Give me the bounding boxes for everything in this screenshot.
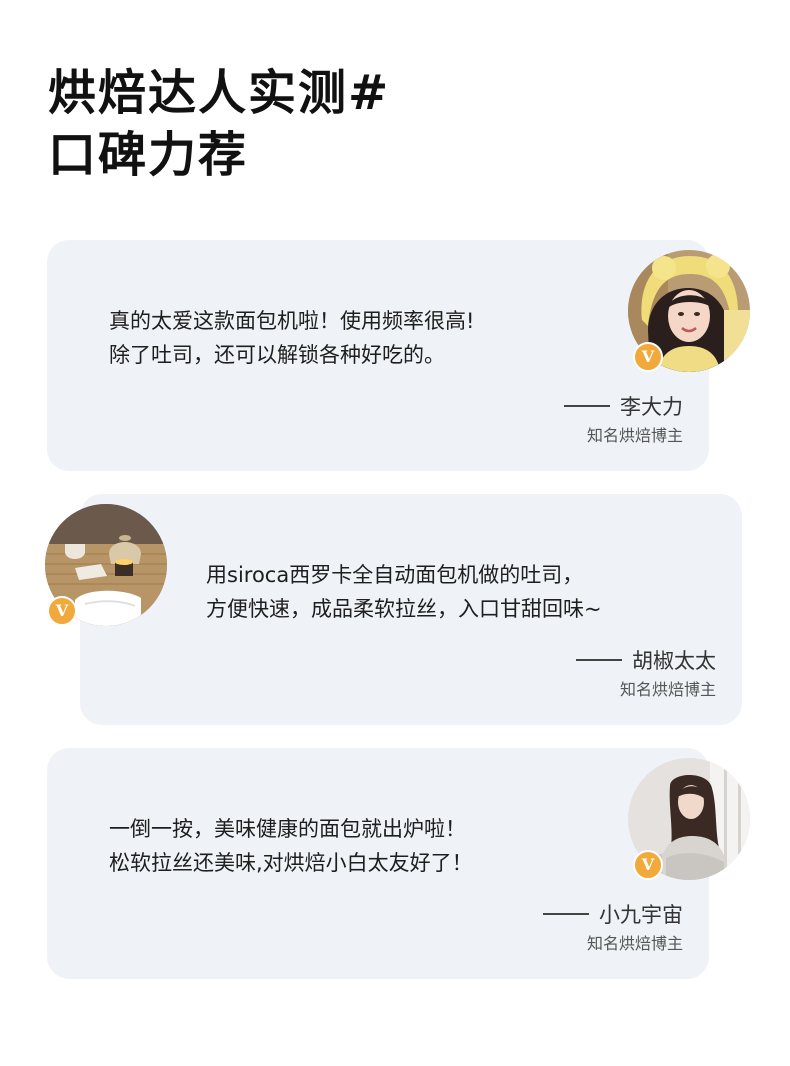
- verified-badge: V: [47, 596, 77, 626]
- headline-line-1: 烘焙达人实测#: [48, 65, 391, 121]
- reviewer-name-row: 李大力: [564, 392, 683, 422]
- verified-badge: V: [633, 342, 663, 372]
- review-quote-line-2: 方便快速，成品柔软拉丝，入口甘甜回味~: [206, 597, 602, 621]
- reviewer-name: 胡椒太太: [632, 649, 716, 673]
- review-quote: 一倒一按，美味健康的面包就出炉啦！ 松软拉丝还美味,对烘焙小白太友好了！: [109, 812, 473, 880]
- reviewer-name-row: 胡椒太太: [576, 646, 716, 676]
- review-card-1: 真的太爱这款面包机啦！使用频率很高! 除了吐司，还可以解锁各种好吃的。 李大力 …: [47, 240, 709, 471]
- review-quote-line-1: 一倒一按，美味健康的面包就出炉啦！: [109, 817, 466, 841]
- review-quote-line-1: 用siroca西罗卡全自动面包机做的吐司，: [206, 563, 584, 587]
- review-quote-line-2: 除了吐司，还可以解锁各种好吃的。: [109, 343, 445, 367]
- review-card-3: 一倒一按，美味健康的面包就出炉啦！ 松软拉丝还美味,对烘焙小白太友好了！ 小九宇…: [47, 748, 709, 979]
- review-signature: 小九宇宙 知名烘焙博主: [543, 900, 683, 956]
- reviewer-title: 知名烘焙博主: [586, 934, 683, 953]
- verified-badge: V: [633, 850, 663, 880]
- review-quote-line-1: 真的太爱这款面包机啦！使用频率很高!: [109, 309, 475, 333]
- headline-line-2: 口碑力荐: [48, 127, 249, 183]
- dash-divider: [564, 405, 610, 407]
- reviewer-title: 知名烘焙博主: [586, 426, 683, 445]
- review-quote-line-2: 松软拉丝还美味,对烘焙小白太友好了！: [109, 851, 473, 875]
- reviewer-name-row: 小九宇宙: [543, 900, 683, 930]
- review-signature: 胡椒太太 知名烘焙博主: [576, 646, 716, 702]
- reviewer-name: 小九宇宙: [599, 903, 683, 927]
- review-signature: 李大力 知名烘焙博主: [564, 392, 683, 448]
- reviewer-title: 知名烘焙博主: [619, 680, 716, 699]
- dash-divider: [576, 659, 622, 661]
- review-card-2: 用siroca西罗卡全自动面包机做的吐司， 方便快速，成品柔软拉丝，入口甘甜回味…: [80, 494, 742, 725]
- reviewer-name: 李大力: [620, 395, 683, 419]
- page-headline: 烘焙达人实测# 口碑力荐: [48, 62, 390, 186]
- review-quote: 用siroca西罗卡全自动面包机做的吐司， 方便快速，成品柔软拉丝，入口甘甜回味…: [206, 558, 602, 626]
- dash-divider: [543, 913, 589, 915]
- review-quote: 真的太爱这款面包机啦！使用频率很高! 除了吐司，还可以解锁各种好吃的。: [109, 304, 474, 372]
